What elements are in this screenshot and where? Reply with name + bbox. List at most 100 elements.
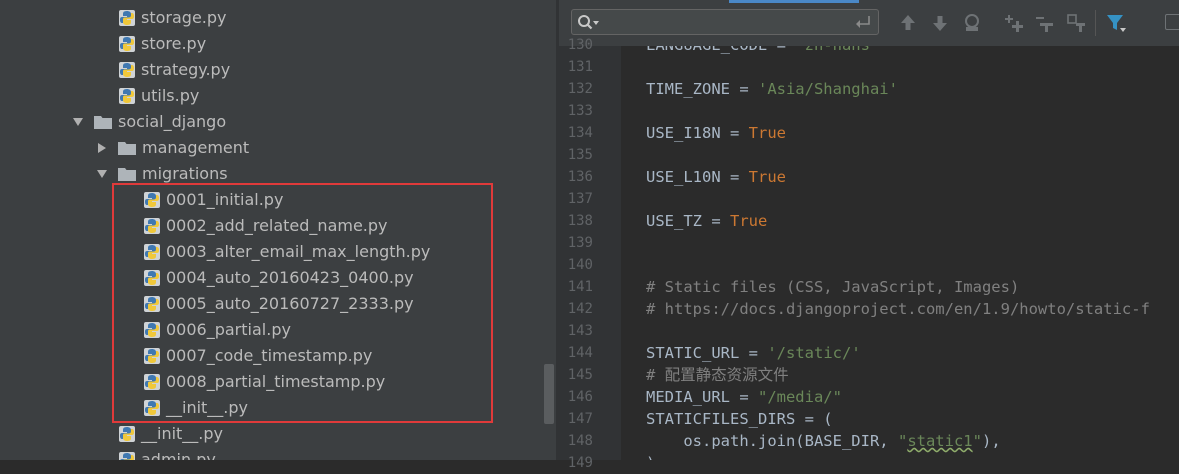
code-line: USE_I18N = True (646, 122, 786, 144)
search-input[interactable] (606, 12, 850, 34)
code-token: # 配置静态资源文件 (646, 366, 789, 384)
collapse-arrow-icon[interactable] (96, 142, 108, 154)
tree-file-row[interactable]: 0006_partial.py (0, 317, 556, 343)
tree-file-row[interactable]: __init__.py (0, 421, 556, 447)
tree-file-row[interactable]: admin.py (0, 447, 556, 460)
tree-file-row[interactable]: utils.py (0, 83, 556, 109)
line-number: 134 (567, 125, 593, 141)
code-line: LANGUAGE_CODE = 'zh-hans' (646, 46, 879, 56)
python-file-icon (144, 400, 160, 416)
active-tab-indicator (729, 0, 859, 3)
find-bar (571, 9, 879, 35)
code-token: LANGUAGE_CODE = (646, 46, 795, 54)
tree-item-label: 0003_alter_email_max_length.py (166, 242, 431, 261)
line-number: 137 (567, 191, 593, 207)
code-token: True (748, 124, 786, 142)
line-number: 143 (567, 323, 593, 339)
filter-icon[interactable] (1105, 12, 1127, 34)
tree-file-row[interactable]: 0003_alter_email_max_length.py (0, 239, 556, 265)
tree-file-row[interactable]: 0001_initial.py (0, 187, 556, 213)
python-file-icon (119, 426, 135, 442)
code-token: USE_TZ = (646, 212, 730, 230)
line-number: 138 (567, 213, 593, 229)
search-icon[interactable] (577, 14, 601, 32)
tree-folder-row[interactable]: social_django (0, 109, 556, 135)
tree-item-label: migrations (142, 164, 228, 183)
code-line: USE_TZ = True (646, 210, 767, 232)
tree-item-label: management (142, 138, 250, 157)
tree-file-row[interactable]: strategy.py (0, 57, 556, 83)
code-token: USE_I18N = (646, 124, 749, 142)
code-line: USE_L10N = True (646, 166, 786, 188)
find-all-icon[interactable] (961, 12, 983, 34)
tree-item-label: 0004_auto_20160423_0400.py (166, 268, 414, 287)
code-token: ), (981, 432, 1001, 450)
tree-file-row[interactable]: 0008_partial_timestamp.py (0, 369, 556, 395)
previous-occurrence-icon[interactable] (897, 12, 919, 34)
line-number: 149 (567, 455, 593, 471)
line-number: 147 (567, 411, 593, 427)
code-token: TIME_ZONE = (646, 80, 758, 98)
python-file-icon (119, 36, 135, 52)
python-file-icon (144, 192, 160, 208)
line-number: 130 (567, 37, 593, 53)
code-token: " (972, 432, 982, 450)
tree-file-row[interactable]: store.py (0, 31, 556, 57)
code-line: os.path.join(BASE_DIR, "static1"), (646, 430, 1001, 452)
python-file-icon (144, 296, 160, 312)
project-tree-panel: storage.py store.py strategy.py utils.py… (0, 0, 556, 460)
line-number: 136 (567, 169, 593, 185)
line-number: 139 (567, 235, 593, 251)
expand-arrow-icon[interactable] (72, 116, 84, 128)
code-line: ) (646, 452, 655, 460)
next-occurrence-icon[interactable] (929, 12, 951, 34)
code-token: # Static files (CSS, JavaScript, Images) (646, 278, 1020, 296)
tree-file-row[interactable]: 0005_auto_20160727_2333.py (0, 291, 556, 317)
folder-icon (118, 168, 136, 181)
tree-item-label: store.py (141, 34, 207, 53)
line-number: 133 (567, 103, 593, 119)
tree-file-row[interactable]: 0007_code_timestamp.py (0, 343, 556, 369)
line-number: 131 (567, 59, 593, 75)
tree-folder-row[interactable]: management (0, 135, 556, 161)
tree-item-label: __init__.py (141, 424, 224, 443)
line-number: 144 (567, 345, 593, 361)
code-line: MEDIA_URL = "/media/" (646, 386, 842, 408)
tree-item-label: 0002_add_related_name.py (166, 216, 388, 235)
tree-item-label: utils.py (141, 86, 200, 105)
line-number: 141 (567, 279, 593, 295)
select-all-occurrences-icon[interactable] (1065, 12, 1087, 34)
tree-item-label: social_django (118, 112, 227, 131)
code-token: STATIC_URL = (646, 344, 768, 362)
python-file-icon (144, 322, 160, 338)
code-editor[interactable]: LANGUAGE_CODE = 'zh-hans' TIME_ZONE = 'As… (621, 46, 1179, 460)
expand-arrow-icon[interactable] (96, 168, 108, 180)
remove-occurrence-icon[interactable] (1033, 12, 1055, 34)
tree-file-row[interactable]: 0002_add_related_name.py (0, 213, 556, 239)
tree-file-row[interactable]: 0004_auto_20160423_0400.py (0, 265, 556, 291)
tree-folder-row[interactable]: migrations (0, 161, 556, 187)
tree-file-row[interactable]: storage.py (0, 5, 556, 31)
python-file-icon (144, 244, 160, 260)
line-number: 135 (567, 147, 593, 163)
match-case-checkbox[interactable] (1165, 14, 1179, 30)
code-token: " (897, 432, 908, 450)
tree-file-row[interactable]: __init__.py (0, 395, 556, 421)
code-token: USE_L10N = (646, 168, 749, 186)
tree-item-label: 0001_initial.py (166, 190, 284, 209)
line-number-gutter: 130 131 132 133 134 135 136 137 138 139 140 141 142 1… (559, 37, 640, 471)
python-file-icon (144, 218, 160, 234)
code-token: # https://docs.djangoproject.com/en/1.9/… (646, 300, 1150, 318)
tree-item-label: strategy.py (141, 60, 231, 79)
line-number: 132 (567, 81, 593, 97)
python-file-icon (119, 62, 135, 78)
code-line: TIME_ZONE = 'Asia/Shanghai' (646, 78, 898, 100)
tree-item-label: storage.py (141, 8, 227, 27)
tree-scrollbar[interactable] (544, 364, 554, 424)
code-token: True (730, 212, 768, 230)
tree-item-label: 0007_code_timestamp.py (166, 346, 373, 365)
code-token: '/static/' (767, 344, 861, 362)
tree-item-label: 0008_partial_timestamp.py (166, 372, 386, 391)
add-occurrence-icon[interactable] (1003, 12, 1025, 34)
tree-item-label: 0005_auto_20160727_2333.py (166, 294, 414, 313)
